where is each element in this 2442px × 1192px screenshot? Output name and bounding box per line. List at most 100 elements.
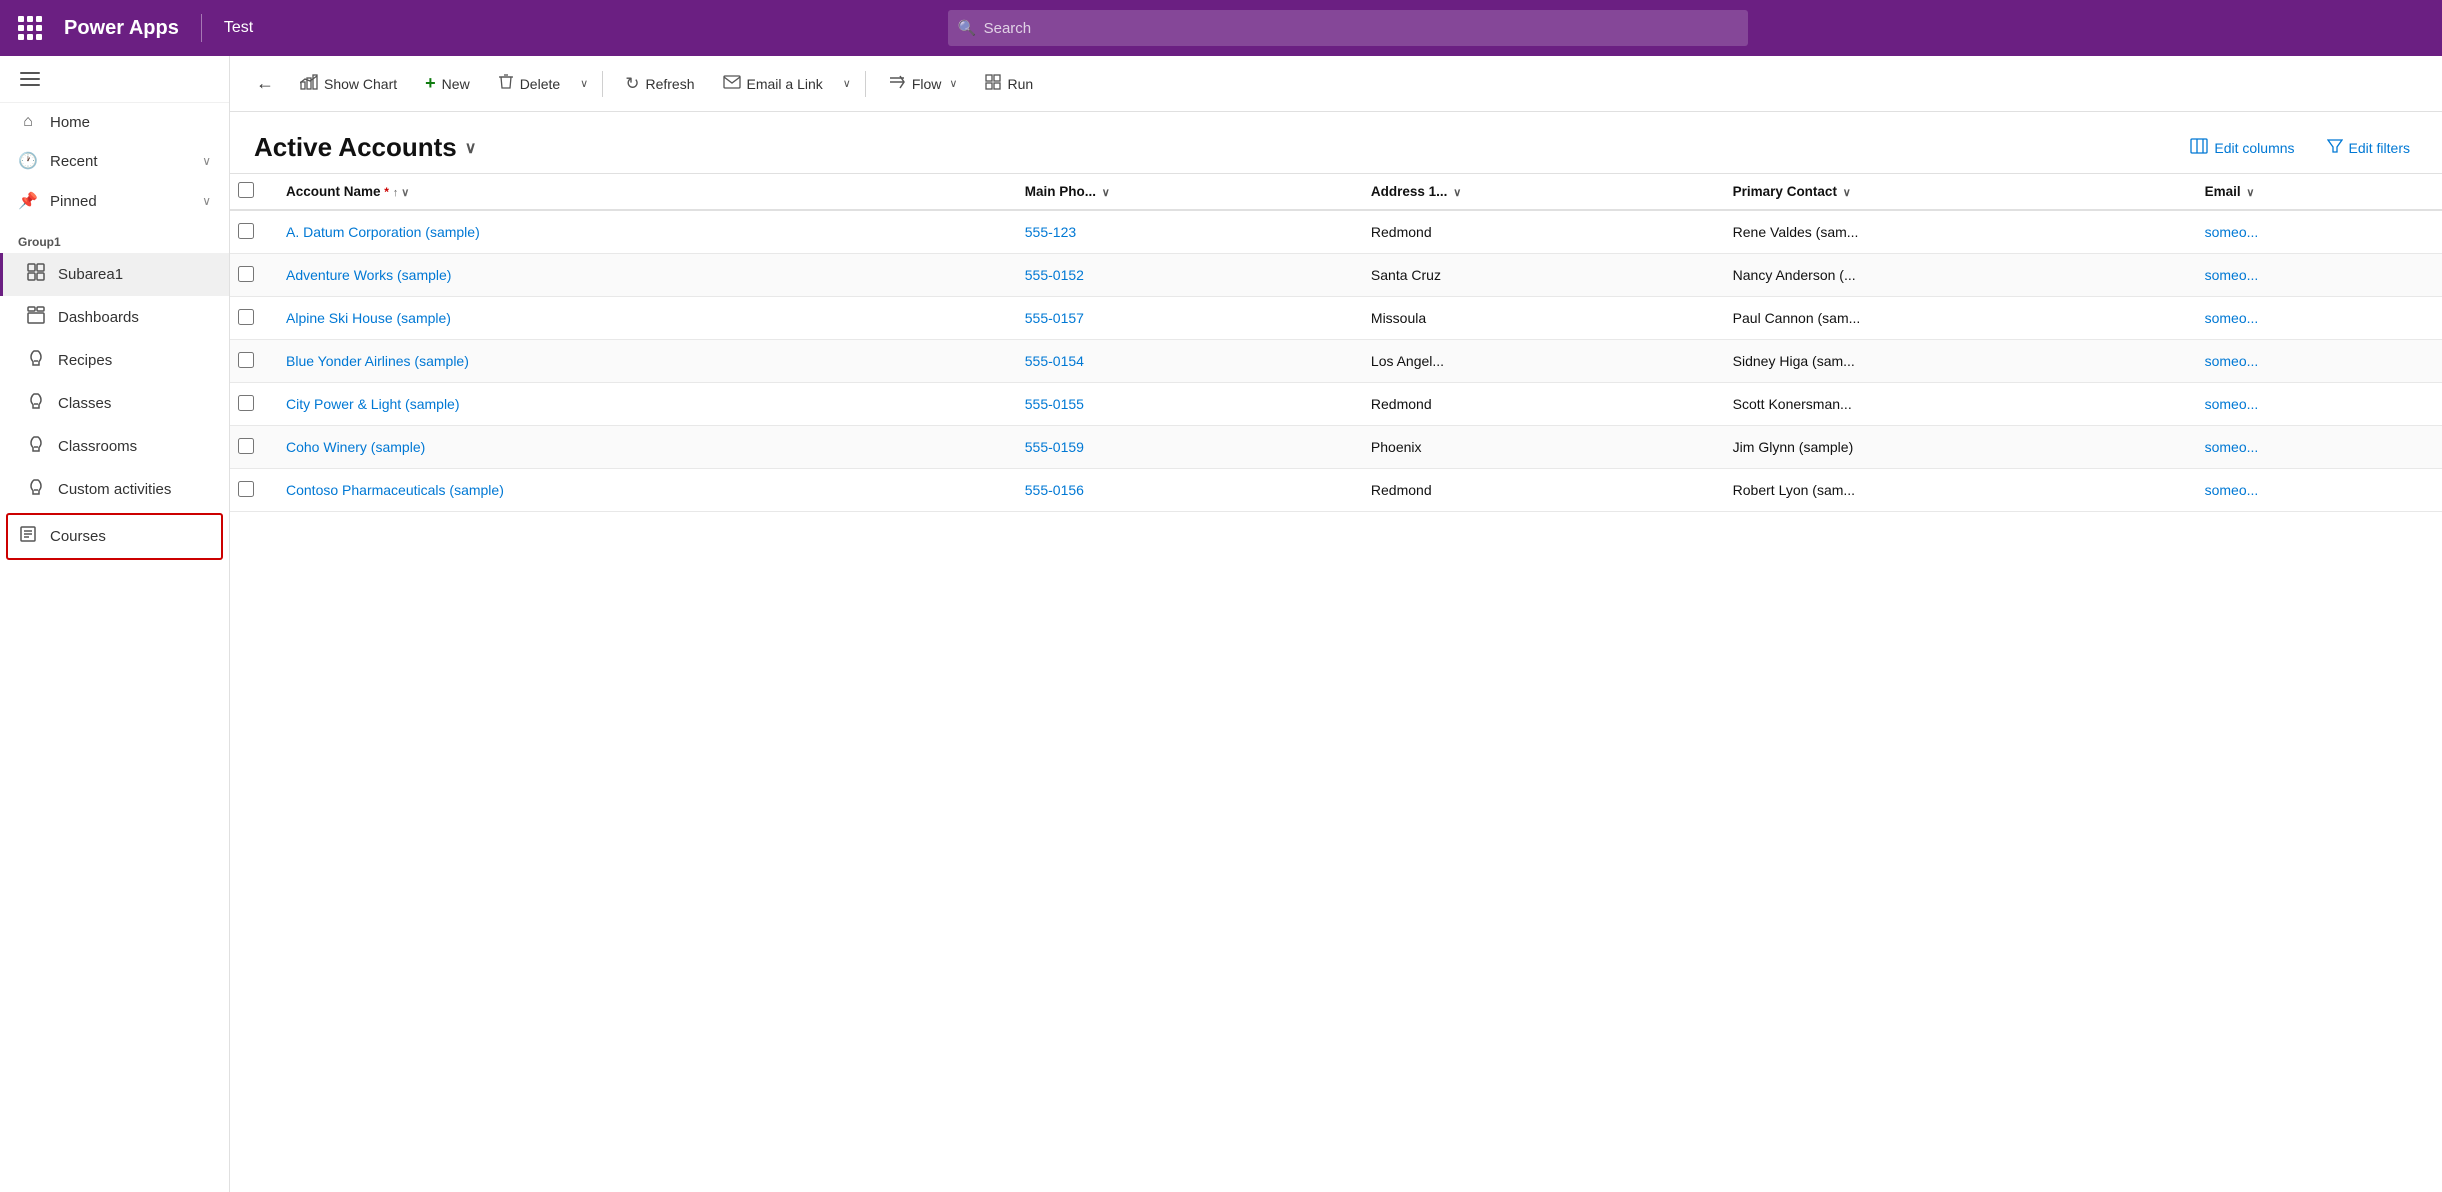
row-checkbox-cell[interactable] [230, 254, 270, 297]
row-checkbox-cell[interactable] [230, 297, 270, 340]
main-phone-cell[interactable]: 555-0152 [1009, 254, 1355, 297]
account-name-cell[interactable]: Adventure Works (sample) [270, 254, 1009, 297]
delete-button[interactable]: Delete [486, 67, 572, 100]
email-cell[interactable]: someo... [2189, 469, 2442, 512]
trash-icon [498, 73, 514, 94]
grid-icon [18, 16, 42, 40]
sidebar-item-subarea1[interactable]: Subarea1 [0, 253, 229, 296]
row-checkbox-cell[interactable] [230, 210, 270, 254]
address1-cell: Phoenix [1355, 426, 1717, 469]
run-icon [985, 74, 1001, 94]
refresh-label: Refresh [645, 76, 694, 92]
topbar: Power Apps Test 🔍 [0, 0, 2442, 56]
row-select-checkbox[interactable] [238, 481, 254, 497]
col-header-address1[interactable]: Address 1... ∨ [1355, 174, 1717, 211]
address1-cell: Los Angel... [1355, 340, 1717, 383]
sidebar-subarea1-label: Subarea1 [58, 266, 211, 283]
row-checkbox-cell[interactable] [230, 383, 270, 426]
delete-chevron-button[interactable]: ∨ [576, 71, 592, 96]
row-select-checkbox[interactable] [238, 438, 254, 454]
edit-columns-button[interactable]: Edit columns [2182, 134, 2302, 161]
email-cell[interactable]: someo... [2189, 297, 2442, 340]
row-checkbox-cell[interactable] [230, 426, 270, 469]
sidebar-courses-label: Courses [50, 528, 203, 545]
email-icon [723, 75, 741, 93]
subarea-icon [26, 263, 46, 286]
sidebar-item-recipes[interactable]: Recipes [0, 339, 229, 382]
env-name: Test [224, 19, 253, 37]
main-phone-cell[interactable]: 555-0157 [1009, 297, 1355, 340]
main-phone-cell[interactable]: 555-0159 [1009, 426, 1355, 469]
email-cell[interactable]: someo... [2189, 254, 2442, 297]
email-cell[interactable]: someo... [2189, 383, 2442, 426]
refresh-button[interactable]: ↻ Refresh [613, 68, 706, 100]
account-name-cell[interactable]: City Power & Light (sample) [270, 383, 1009, 426]
edit-filters-button[interactable]: Edit filters [2319, 134, 2418, 161]
primary-contact-cell: Scott Konersman... [1717, 383, 2189, 426]
new-button[interactable]: + New [413, 67, 482, 100]
show-chart-button[interactable]: Show Chart [288, 68, 409, 100]
col-header-primary-contact[interactable]: Primary Contact ∨ [1717, 174, 2189, 211]
main-phone-cell[interactable]: 555-0155 [1009, 383, 1355, 426]
row-select-checkbox[interactable] [238, 309, 254, 325]
sidebar-classes-label: Classes [58, 395, 211, 412]
row-checkbox-cell[interactable] [230, 469, 270, 512]
home-icon: ⌂ [18, 113, 38, 131]
sidebar-item-classes[interactable]: Classes [0, 382, 229, 425]
row-select-checkbox[interactable] [238, 352, 254, 368]
view-actions: Edit columns Edit filters [2182, 134, 2418, 161]
account-name-cell[interactable]: Alpine Ski House (sample) [270, 297, 1009, 340]
row-select-checkbox[interactable] [238, 223, 254, 239]
col-header-main-phone[interactable]: Main Pho... ∨ [1009, 174, 1355, 211]
row-select-checkbox[interactable] [238, 266, 254, 282]
account-name-cell[interactable]: A. Datum Corporation (sample) [270, 210, 1009, 254]
app-grid-button[interactable] [12, 12, 48, 44]
edit-columns-label: Edit columns [2214, 140, 2294, 156]
sidebar-item-home[interactable]: ⌂ Home [0, 103, 229, 141]
row-checkbox-cell[interactable] [230, 340, 270, 383]
topbar-divider [201, 14, 202, 42]
sidebar-item-pinned[interactable]: 📌 Pinned ∨ [0, 181, 229, 221]
account-name-cell[interactable]: Coho Winery (sample) [270, 426, 1009, 469]
main-phone-cell[interactable]: 555-123 [1009, 210, 1355, 254]
main-phone-cell[interactable]: 555-0154 [1009, 340, 1355, 383]
group-label: Group1 [0, 221, 229, 253]
account-name-cell[interactable]: Blue Yonder Airlines (sample) [270, 340, 1009, 383]
email-link-button[interactable]: Email a Link [711, 69, 835, 99]
sidebar-item-classrooms[interactable]: Classrooms [0, 425, 229, 468]
select-all-checkbox[interactable] [238, 182, 254, 198]
col-header-email[interactable]: Email ∨ [2189, 174, 2442, 211]
flow-button[interactable]: Flow ∨ [876, 68, 970, 100]
select-all-header[interactable] [230, 174, 270, 211]
email-cell[interactable]: someo... [2189, 426, 2442, 469]
run-button[interactable]: Run [973, 68, 1045, 100]
sort-icons[interactable]: ↑ ∨ [393, 187, 410, 199]
main-phone-cell[interactable]: 555-0156 [1009, 469, 1355, 512]
sidebar-classrooms-label: Classrooms [58, 438, 211, 455]
email-cell[interactable]: someo... [2189, 340, 2442, 383]
address1-cell: Santa Cruz [1355, 254, 1717, 297]
sidebar-item-courses[interactable]: Courses [6, 513, 223, 560]
account-name-cell[interactable]: Contoso Pharmaceuticals (sample) [270, 469, 1009, 512]
col-header-account-name[interactable]: Account Name * ↑ ∨ [270, 174, 1009, 211]
chart-icon [300, 74, 318, 94]
row-select-checkbox[interactable] [238, 395, 254, 411]
hamburger-button[interactable] [14, 66, 46, 92]
new-label: New [442, 76, 470, 92]
address1-cell: Missoula [1355, 297, 1717, 340]
chevron-down-icon: ∨ [843, 77, 851, 90]
sidebar-item-recent[interactable]: 🕐 Recent ∨ [0, 141, 229, 181]
chevron-down-icon: ∨ [1453, 187, 1461, 199]
accounts-table: Account Name * ↑ ∨ Main Pho... ∨ Address… [230, 173, 2442, 512]
sidebar-item-dashboards[interactable]: Dashboards [0, 296, 229, 339]
view-title-chevron-icon: ∨ [465, 138, 477, 158]
primary-contact-cell: Nancy Anderson (... [1717, 254, 2189, 297]
chevron-down-icon: ∨ [202, 154, 211, 168]
search-wrapper: 🔍 [948, 10, 1748, 46]
search-input[interactable] [948, 10, 1748, 46]
view-title[interactable]: Active Accounts ∨ [254, 132, 476, 163]
email-cell[interactable]: someo... [2189, 210, 2442, 254]
sidebar-item-custom-activities[interactable]: Custom activities [0, 468, 229, 511]
email-chevron-button[interactable]: ∨ [839, 71, 855, 96]
back-button[interactable]: ← [246, 67, 284, 100]
